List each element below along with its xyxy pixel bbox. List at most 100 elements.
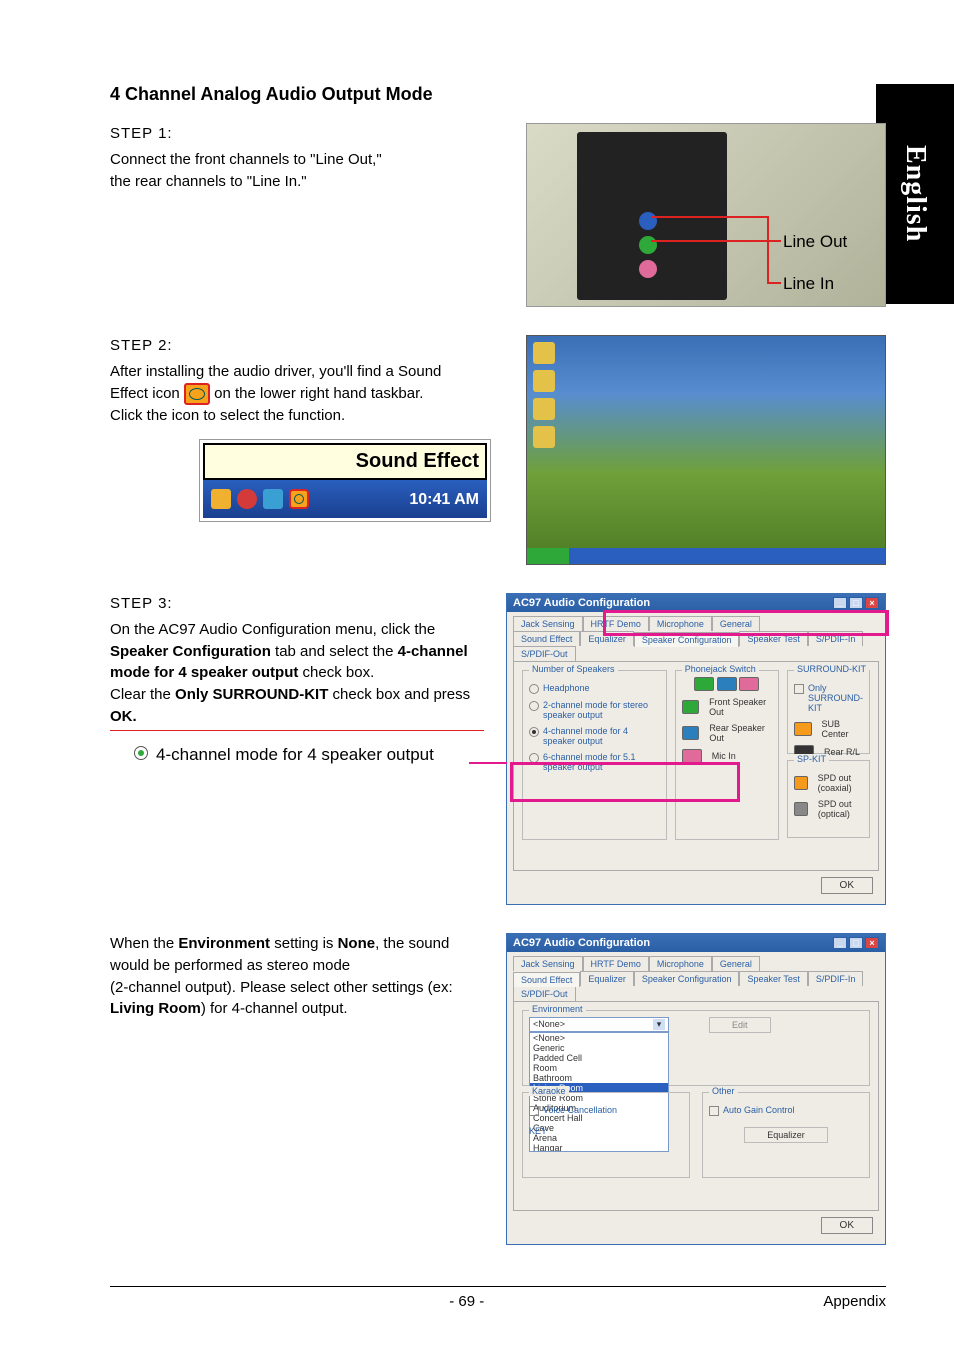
tab-spdif-in[interactable]: S/PDIF-In — [808, 631, 864, 646]
edit-button[interactable]: Edit — [709, 1017, 771, 1033]
tab-spdif-out[interactable]: S/PDIF-Out — [513, 986, 576, 1001]
callout-arrow-icon — [469, 762, 507, 764]
checkbox-only-surround-kit[interactable]: Only SURROUND-KIT — [794, 683, 863, 713]
language-label: English — [899, 145, 931, 242]
maximize-button[interactable]: □ — [849, 937, 863, 949]
tray-app-icon[interactable] — [263, 489, 283, 509]
page-number: - 69 - — [449, 1293, 484, 1310]
close-button[interactable]: × — [865, 597, 879, 609]
jack-icon — [682, 749, 702, 763]
group-number-of-speakers: Number of Speakers — [529, 664, 618, 674]
key-label: KEY — [529, 1126, 683, 1136]
tray-app-icon[interactable] — [211, 489, 231, 509]
tab-sound-effect[interactable]: Sound Effect — [513, 631, 580, 646]
tab-speaker-configuration[interactable]: Speaker Configuration — [634, 632, 740, 647]
environment-option[interactable]: <None> — [530, 1033, 668, 1043]
ac97-dialog-speaker-config: AC97 Audio Configuration _ □ × Jack Sens… — [506, 593, 886, 905]
jack-icon — [794, 802, 808, 816]
language-side-tab: English — [876, 84, 954, 304]
tab-general[interactable]: General — [712, 616, 760, 631]
tab-jack-sensing[interactable]: Jack Sensing — [513, 616, 583, 631]
desktop-shortcut-icon[interactable] — [533, 398, 555, 420]
mic-jack-icon — [639, 260, 657, 278]
option-2-channel[interactable]: 2-channel mode for stereo speaker output — [529, 700, 660, 720]
group-surround-kit: SURROUND-KIT — [794, 664, 869, 674]
checkbox-auto-gain-control[interactable]: Auto Gain Control — [709, 1105, 863, 1116]
desktop-shortcut-icon[interactable] — [533, 426, 555, 448]
line-in-callout: Line In — [783, 274, 834, 294]
taskbar[interactable] — [527, 548, 885, 564]
callout-arrow-icon — [110, 730, 484, 731]
option-6-channel[interactable]: 6-channel mode for 5.1 speaker output — [529, 752, 660, 772]
step-2: STEP 2: After installing the audio drive… — [110, 335, 886, 565]
line-out-jack-icon — [639, 236, 657, 254]
taskbar: 10:41 AM — [203, 480, 487, 518]
tray-app-icon[interactable] — [237, 489, 257, 509]
environment-option[interactable]: Generic — [530, 1043, 668, 1053]
env-paragraph-3: Living Room) for 4-channel output. — [110, 998, 484, 1020]
step-2-text-line-1: After installing the audio driver, you'l… — [110, 361, 504, 383]
group-phonejack-switch: Phonejack Switch — [682, 664, 759, 674]
desktop-shortcut-icon[interactable] — [533, 342, 555, 364]
jack-icon — [682, 726, 700, 740]
minimize-button[interactable]: _ — [833, 937, 847, 949]
minimize-button[interactable]: _ — [833, 597, 847, 609]
step-1-label: STEP 1: — [110, 123, 504, 145]
environment-note: When the Environment setting is None, th… — [110, 933, 886, 1245]
close-button[interactable]: × — [865, 937, 879, 949]
tab-hrtf-demo[interactable]: HRTF Demo — [583, 616, 649, 631]
system-tray-screenshot: Sound Effect 10:41 AM — [200, 440, 490, 521]
environment-option[interactable]: Padded Cell — [530, 1053, 668, 1063]
dialog-title: AC97 Audio Configuration — [513, 937, 650, 949]
environment-dropdown[interactable]: <None> ▾ — [529, 1017, 669, 1032]
environment-option[interactable]: Room — [530, 1063, 668, 1073]
checkbox-voice-cancellation[interactable]: Voice Cancellation — [529, 1105, 683, 1116]
tab-hrtf-demo[interactable]: HRTF Demo — [583, 956, 649, 971]
rear-speaker-out-label: Rear Speaker Out — [709, 723, 772, 743]
front-speaker-out-label: Front Speaker Out — [709, 697, 772, 717]
ok-button[interactable]: OK — [821, 1217, 873, 1234]
jack-icon — [682, 700, 699, 714]
chevron-down-icon[interactable]: ▾ — [653, 1019, 665, 1030]
ac97-dialog-sound-effect: AC97 Audio Configuration _ □ × Jack Sens… — [506, 933, 886, 1245]
step-1: STEP 1: Connect the front channels to "L… — [110, 123, 886, 307]
mic-in-label: Mic In — [712, 751, 736, 761]
step-3: STEP 3: On the AC97 Audio Configuration … — [110, 593, 886, 905]
group-other: Other — [709, 1086, 738, 1096]
option-4-channel[interactable]: 4-channel mode for 4 speaker output — [529, 726, 660, 746]
tab-equalizer[interactable]: Equalizer — [580, 631, 634, 646]
sound-effect-tray-icon[interactable] — [289, 489, 309, 509]
zoom-4-channel-option: 4-channel mode for 4 speaker output — [134, 743, 484, 768]
tab-speaker-configuration[interactable]: Speaker Configuration — [634, 971, 740, 986]
option-headphone[interactable]: Headphone — [529, 683, 660, 694]
dialog-tabs: Jack Sensing HRTF Demo Microphone Genera… — [507, 952, 885, 1001]
tab-microphone[interactable]: Microphone — [649, 616, 712, 631]
step-1-text-line-2: the rear channels to "Line In." — [110, 171, 504, 193]
step-2-text-line-2: Effect icon on the lower right hand task… — [110, 383, 504, 405]
tab-microphone[interactable]: Microphone — [649, 956, 712, 971]
dialog-tabs: Jack Sensing HRTF Demo Microphone Genera… — [507, 612, 885, 661]
tab-sound-effect[interactable]: Sound Effect — [513, 972, 580, 987]
start-button[interactable] — [527, 548, 569, 564]
tab-speaker-test[interactable]: Speaker Test — [739, 971, 807, 986]
step-2-text-line-3: Click the icon to select the function. — [110, 405, 504, 427]
maximize-button[interactable]: □ — [849, 597, 863, 609]
tab-jack-sensing[interactable]: Jack Sensing — [513, 956, 583, 971]
environment-option[interactable]: Bathroom — [530, 1073, 668, 1083]
ok-button[interactable]: OK — [821, 877, 873, 894]
desktop-screenshot — [526, 335, 886, 565]
page-footer: - 69 - Appendix — [110, 1286, 886, 1310]
tab-equalizer[interactable]: Equalizer — [580, 971, 634, 986]
jack-icon — [717, 677, 737, 691]
section-name: Appendix — [823, 1293, 886, 1310]
jack-icon — [739, 677, 759, 691]
step-1-text-line-1: Connect the front channels to "Line Out,… — [110, 149, 504, 171]
callout-arrow-icon — [651, 240, 767, 242]
tab-speaker-test[interactable]: Speaker Test — [739, 631, 807, 646]
desktop-shortcut-icon[interactable] — [533, 370, 555, 392]
tab-spdif-out[interactable]: S/PDIF-Out — [513, 646, 576, 661]
equalizer-button[interactable]: Equalizer — [744, 1127, 828, 1143]
tab-spdif-in[interactable]: S/PDIF-In — [808, 971, 864, 986]
radio-selected-icon — [134, 746, 148, 760]
tab-general[interactable]: General — [712, 956, 760, 971]
